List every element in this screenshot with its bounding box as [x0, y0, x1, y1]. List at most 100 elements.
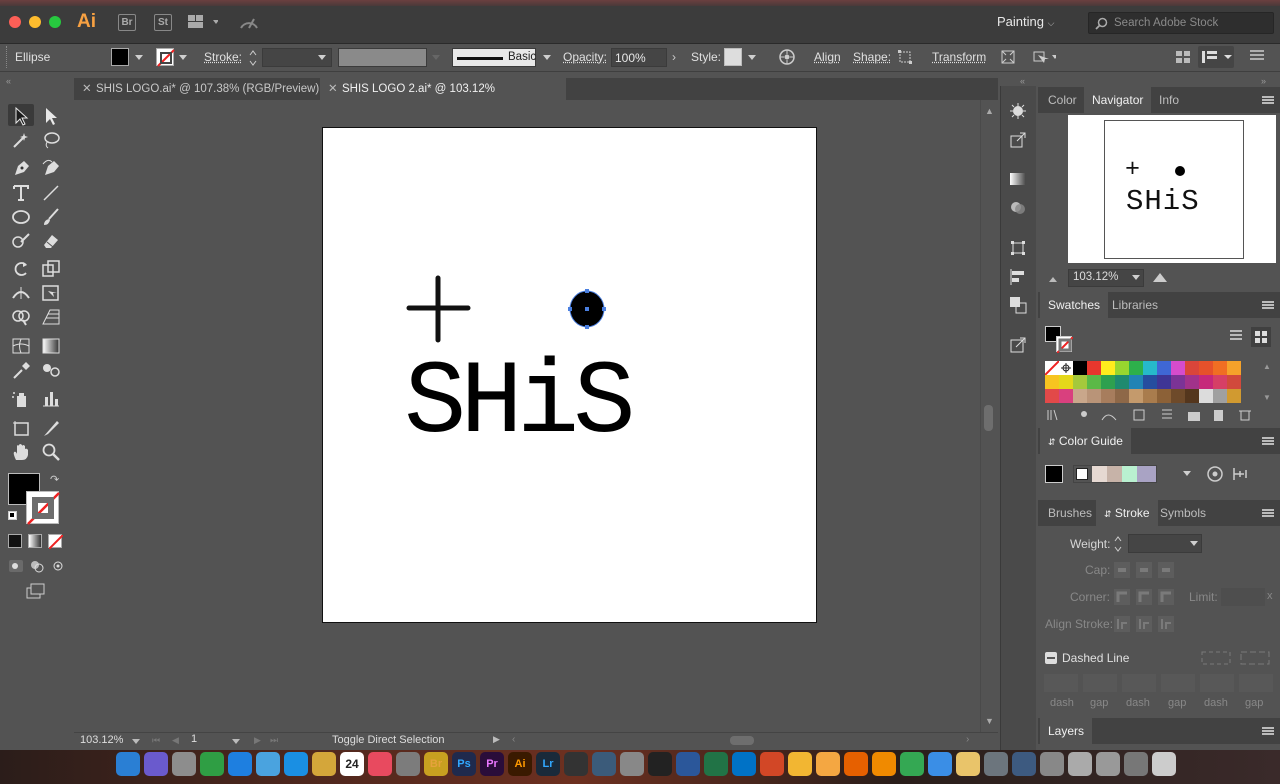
artboard[interactable]: SHiS [322, 127, 817, 623]
none-swatch[interactable] [1044, 360, 1060, 376]
next-artboard-icon[interactable]: ▶ [254, 735, 261, 746]
stock-search-input[interactable]: Search Adobe Stock [1088, 12, 1274, 34]
artboard-tool-icon[interactable] [10, 418, 32, 438]
links-panel-icon[interactable] [1009, 336, 1027, 354]
stroke-weight-stepper[interactable] [248, 48, 258, 68]
swatch[interactable] [1101, 375, 1115, 389]
preserve-dash-icon[interactable] [1199, 648, 1233, 668]
dock-app-safari[interactable] [284, 752, 308, 776]
dock-app-grid[interactable] [1096, 752, 1120, 776]
zoom-in-mountain-icon[interactable] [1152, 271, 1168, 283]
default-fill-stroke-icon[interactable] [8, 511, 17, 520]
pathfinder-panel-icon[interactable] [1009, 296, 1027, 314]
color-mode-button[interactable] [8, 534, 22, 548]
limit-field[interactable] [1221, 588, 1265, 606]
align-button[interactable]: Align [814, 50, 841, 64]
dock-app-docs[interactable] [984, 752, 1008, 776]
zoom-out-mountain-icon[interactable] [1048, 273, 1058, 283]
dock-app-rocket[interactable] [396, 752, 420, 776]
dock-app-system-prefs[interactable] [620, 752, 644, 776]
close-tab-icon[interactable]: ✕ [328, 78, 338, 100]
swatch[interactable] [1087, 375, 1101, 389]
tab-color-guide[interactable]: ⇵ Color Guide [1040, 428, 1131, 454]
gradient-mode-button[interactable] [28, 534, 42, 548]
stroke-color-swatch[interactable] [26, 491, 60, 525]
dock-app-notes[interactable] [312, 752, 336, 776]
artboard-dropdown-icon[interactable] [232, 739, 240, 744]
tab-color[interactable]: Color [1040, 87, 1085, 113]
base-color-swatch[interactable] [1045, 465, 1063, 483]
swatch[interactable] [1213, 389, 1227, 403]
stock-button[interactable]: St [154, 14, 172, 31]
vertical-scroll-thumb[interactable] [984, 405, 993, 431]
dock-app-siri[interactable] [144, 752, 168, 776]
shaper-tool-icon[interactable] [10, 231, 32, 251]
swatch[interactable] [1045, 389, 1059, 403]
dock-app-pages[interactable] [816, 752, 840, 776]
recolor-artwork-icon[interactable] [778, 48, 796, 66]
draw-normal-icon[interactable] [8, 559, 24, 573]
swatch[interactable] [1227, 389, 1241, 403]
swatch[interactable] [1227, 361, 1241, 375]
swatch[interactable] [1199, 375, 1213, 389]
gradient-panel-icon[interactable] [1009, 170, 1027, 188]
brush-definition[interactable]: Basic [452, 48, 536, 67]
column-graph-tool-icon[interactable] [40, 389, 62, 409]
dock-app-finder[interactable] [116, 752, 140, 776]
dock-app-lr[interactable]: Lr [536, 752, 560, 776]
align-dash-icon[interactable] [1238, 648, 1272, 668]
swatch[interactable] [1045, 375, 1059, 389]
swatch-grid[interactable] [1044, 360, 1255, 403]
free-transform-tool-icon[interactable] [40, 283, 62, 303]
harmony-color[interactable] [1092, 466, 1107, 482]
swatch[interactable] [1129, 375, 1143, 389]
variable-width-profile[interactable] [338, 48, 427, 67]
bridge-button[interactable]: Br [118, 14, 136, 31]
dock-app-screens[interactable] [1012, 752, 1036, 776]
curvature-tool-icon[interactable] [40, 158, 62, 178]
swatch[interactable] [1101, 361, 1115, 375]
cap-buttons[interactable] [1113, 561, 1179, 579]
tab-libraries[interactable]: Libraries [1104, 292, 1166, 318]
dock-app-numbers[interactable] [200, 752, 224, 776]
swatch[interactable] [1059, 389, 1073, 403]
dock-app-app-store[interactable] [228, 752, 252, 776]
horizontal-scroll-thumb[interactable] [730, 736, 754, 745]
isolate-object-icon[interactable] [1000, 49, 1016, 65]
dock-app-itunes[interactable] [368, 752, 392, 776]
swatch[interactable] [1157, 375, 1171, 389]
draw-behind-icon[interactable] [29, 559, 45, 573]
shape-properties-icon[interactable] [897, 49, 913, 65]
scroll-left-icon[interactable]: ‹ [512, 734, 515, 745]
selection-tool-icon[interactable] [10, 106, 32, 126]
dock-app-calendar2[interactable] [1068, 752, 1092, 776]
stroke-dropdown-icon[interactable] [179, 55, 187, 60]
color-guide-menu-icon[interactable] [1262, 437, 1274, 445]
last-artboard-icon[interactable]: ⏭ [270, 735, 278, 746]
gradient-tool-icon[interactable] [40, 336, 62, 356]
first-artboard-icon[interactable]: ⏮ [152, 735, 160, 746]
stroke-weight-dropdown-icon[interactable] [318, 55, 326, 60]
asset-export-icon[interactable] [1009, 131, 1027, 149]
harmony-color[interactable] [1122, 466, 1137, 482]
dock-app-preview[interactable] [256, 752, 280, 776]
perspective-grid-tool-icon[interactable] [40, 307, 62, 327]
status-menu-icon[interactable]: ▶ [493, 734, 500, 745]
navigator-view-box[interactable]: + SHiS [1104, 120, 1244, 259]
list-view-icon[interactable] [1229, 329, 1243, 343]
tab-layers[interactable]: Layers [1040, 718, 1093, 744]
swatch[interactable] [1143, 375, 1157, 389]
swatch[interactable] [1129, 361, 1143, 375]
rotate-tool-icon[interactable] [10, 259, 32, 279]
swatch[interactable] [1185, 375, 1199, 389]
symbol-sprayer-tool-icon[interactable] [10, 389, 32, 409]
swatch[interactable] [1171, 375, 1185, 389]
stroke-panel-menu-icon[interactable] [1262, 509, 1274, 517]
tab-swatches[interactable]: Swatches [1040, 292, 1109, 318]
dock-app-chrome[interactable] [900, 752, 924, 776]
dock-app-display[interactable] [648, 752, 672, 776]
harmony-color[interactable] [1107, 466, 1122, 482]
harmony-strip[interactable] [1073, 465, 1157, 483]
dock-app-final-cut[interactable] [564, 752, 588, 776]
gpu-performance-icon[interactable] [238, 13, 260, 31]
